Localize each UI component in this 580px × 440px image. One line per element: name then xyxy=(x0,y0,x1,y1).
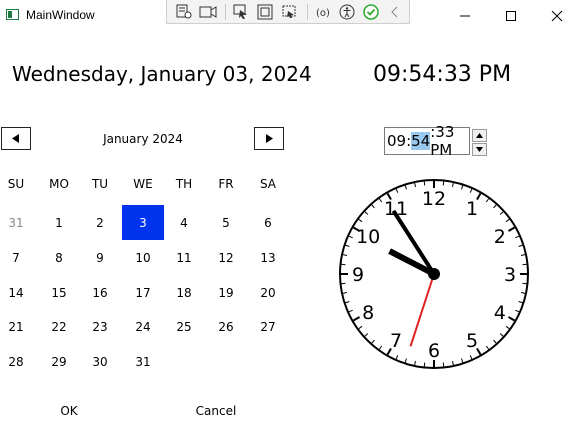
spin-down-icon xyxy=(476,147,483,152)
calendar-day[interactable]: 8 xyxy=(38,240,80,275)
binding-failures-icon[interactable]: (o) xyxy=(312,2,333,22)
track-focused-element-icon[interactable] xyxy=(279,2,300,22)
debug-toolbar: (o) xyxy=(166,0,410,24)
calendar-day[interactable]: 28 xyxy=(0,344,37,379)
calendar-day[interactable]: 23 xyxy=(79,309,121,344)
record-icon[interactable] xyxy=(197,2,218,22)
calendar-day[interactable]: 18 xyxy=(163,275,205,310)
time-seconds-ampm[interactable]: :33 PM xyxy=(430,123,469,159)
day-of-week-header: SU xyxy=(7,177,25,191)
time-decrement-button[interactable] xyxy=(472,143,487,156)
calendar-day[interactable]: 15 xyxy=(38,275,80,310)
clock-numeral: 4 xyxy=(494,302,506,324)
toolbar-separator xyxy=(307,3,309,20)
calendar-day[interactable]: 17 xyxy=(122,275,164,310)
clock-numeral: 6 xyxy=(428,340,440,362)
day-of-week-header: TU xyxy=(91,177,109,191)
calendar-day[interactable]: 14 xyxy=(0,275,37,310)
arrow-left-icon xyxy=(12,134,19,143)
window-title: MainWindow xyxy=(26,8,95,22)
calendar-day[interactable]: 9 xyxy=(79,240,121,275)
clock-numeral: 3 xyxy=(504,264,516,286)
select-element-icon[interactable] xyxy=(230,2,251,22)
clock-numeral: 10 xyxy=(356,226,380,248)
maximize-icon xyxy=(506,10,516,21)
calendar-day[interactable]: 7 xyxy=(0,240,37,275)
live-visual-tree-icon[interactable] xyxy=(173,2,194,22)
calendar-day[interactable]: 6 xyxy=(247,205,289,240)
calendar-day[interactable]: 31 xyxy=(0,205,37,240)
time-hour[interactable]: 09 xyxy=(387,132,406,150)
toolbar-separator xyxy=(225,3,227,20)
title-bar: MainWindow (o) xyxy=(0,0,580,31)
calendar-day[interactable]: 1 xyxy=(38,205,80,240)
ok-button[interactable]: OK xyxy=(29,404,109,418)
calendar-day[interactable]: 25 xyxy=(163,309,205,344)
calendar-day-selected[interactable]: 3 xyxy=(122,205,164,240)
clock-numeral: 8 xyxy=(362,302,374,324)
calendar-day[interactable]: 2 xyxy=(79,205,121,240)
display-layout-adorners-icon[interactable] xyxy=(255,2,276,22)
calendar-day[interactable]: 27 xyxy=(247,309,289,344)
calendar-day[interactable]: 26 xyxy=(205,309,247,344)
app-window-icon xyxy=(6,9,19,20)
previous-month-button[interactable] xyxy=(1,127,31,150)
date-display: Wednesday, January 03, 2024 xyxy=(12,62,312,86)
clock-numeral: 1 xyxy=(466,198,478,220)
time-increment-button[interactable] xyxy=(472,129,487,142)
day-of-week-header: FR xyxy=(218,177,234,191)
maximize-button[interactable] xyxy=(488,0,534,31)
time-display: 09:54:33 PM xyxy=(373,62,512,87)
calendar-day[interactable]: 11 xyxy=(163,240,205,275)
minimize-icon xyxy=(460,15,470,16)
next-month-button[interactable] xyxy=(254,127,284,150)
day-of-week-header: TH xyxy=(175,177,193,191)
checkmark-icon[interactable] xyxy=(360,2,381,22)
calendar-day[interactable]: 22 xyxy=(38,309,80,344)
time-picker-input[interactable]: 09:54:33 PM xyxy=(384,123,470,159)
collapse-chevron-icon[interactable] xyxy=(385,2,406,22)
calendar-day[interactable]: 29 xyxy=(38,344,80,379)
calendar-day[interactable]: 21 xyxy=(0,309,37,344)
clock-numeral: 12 xyxy=(422,188,446,210)
clock-numeral: 9 xyxy=(352,264,364,286)
clock-center-pin xyxy=(428,268,440,280)
calendar-day[interactable]: 31 xyxy=(122,344,164,379)
clock-numeral: 5 xyxy=(466,330,478,352)
close-button[interactable] xyxy=(534,0,580,31)
calendar-day[interactable]: 5 xyxy=(205,205,247,240)
svg-text:(o): (o) xyxy=(316,8,330,19)
analog-clock: 12 1234567891011 xyxy=(339,179,529,369)
clock-numeral: 7 xyxy=(390,330,402,352)
day-of-week-header: MO xyxy=(49,177,69,191)
minimize-button[interactable] xyxy=(442,0,488,31)
calendar-day[interactable]: 16 xyxy=(79,275,121,310)
calendar-day[interactable]: 24 xyxy=(122,309,164,344)
spin-up-icon xyxy=(476,133,483,138)
calendar-day[interactable]: 10 xyxy=(122,240,164,275)
time-minute-selected[interactable]: 54 xyxy=(411,132,431,150)
calendar-day[interactable]: 4 xyxy=(163,205,205,240)
calendar-month-label[interactable]: January 2024 xyxy=(40,132,246,146)
cancel-button[interactable]: Cancel xyxy=(176,404,256,418)
arrow-right-icon xyxy=(266,134,273,143)
calendar-day[interactable]: 19 xyxy=(205,275,247,310)
calendar-day[interactable]: 30 xyxy=(79,344,121,379)
calendar-day[interactable]: 20 xyxy=(247,275,289,310)
close-icon xyxy=(551,10,563,21)
day-of-week-header: WE xyxy=(133,177,153,191)
calendar-day[interactable]: 13 xyxy=(247,240,289,275)
accessibility-icon[interactable] xyxy=(336,2,357,22)
calendar-day[interactable]: 12 xyxy=(205,240,247,275)
day-of-week-header: SA xyxy=(259,177,277,191)
clock-numeral: 2 xyxy=(494,226,506,248)
